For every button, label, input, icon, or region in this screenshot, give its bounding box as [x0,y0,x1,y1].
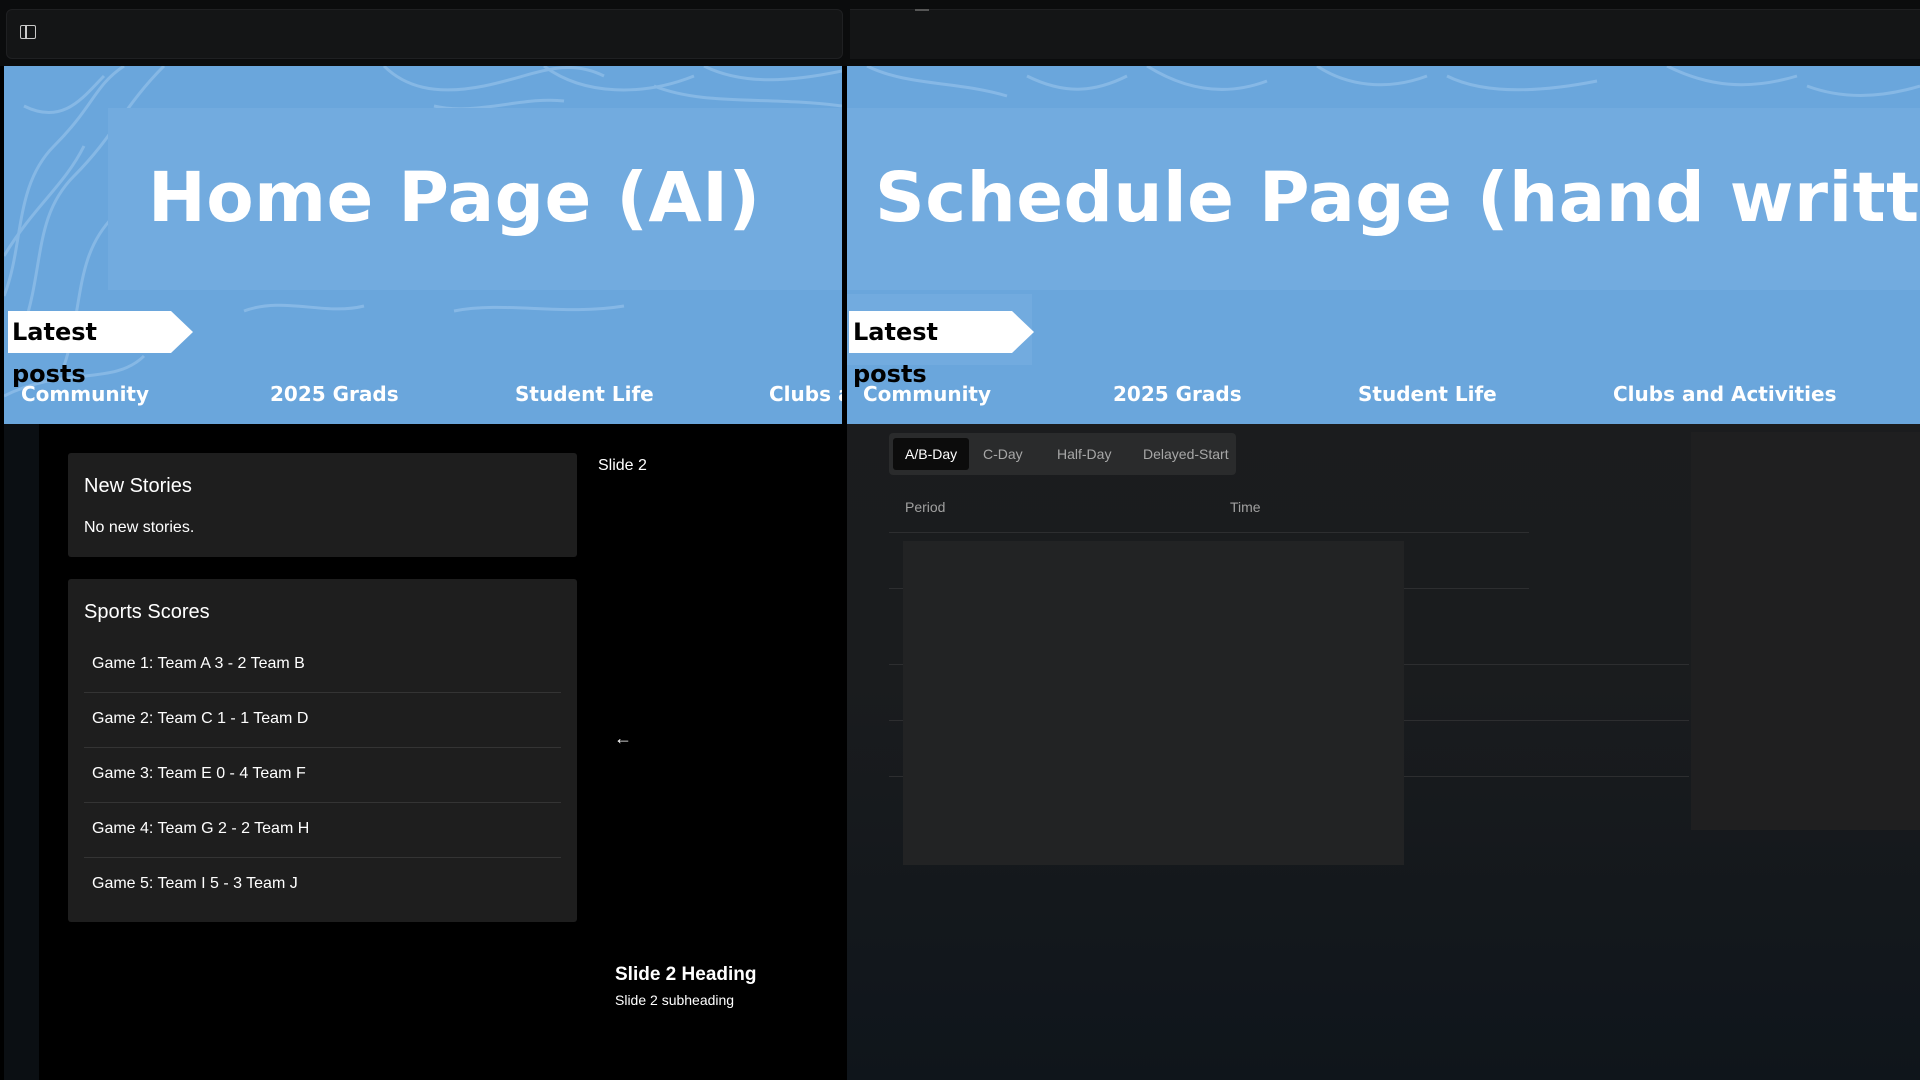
schedule-tabs: A/B-Day C-Day Half-Day Delayed-Start [889,433,1236,475]
nav-item-community[interactable]: Community [21,382,149,406]
empty-state-text: No new stories. [84,519,195,536]
tab-half-day[interactable]: Half-Day [1045,438,1123,470]
side-strip [4,424,39,1080]
nav-bar: Community 2025 Grads Student Life Clubs … [4,368,842,424]
tab-c-day[interactable]: C-Day [971,438,1035,470]
nav-bar: Community 2025 Grads Student Life Clubs … [847,368,1920,424]
home-page-pane: Home Page (AI) Latest posts Community 20… [4,66,842,1080]
slide-heading: Slide 2 Heading [615,964,757,985]
page-title: Schedule Page (hand written) [875,158,1920,238]
nav-item-student-life[interactable]: Student Life [1358,382,1497,406]
sports-scores-card: Sports Scores Game 1: Team A 3 - 2 Team … [68,579,577,922]
loading-skeleton [903,541,1404,865]
score-text: Game 4: Team G 2 - 2 Team H [92,820,310,837]
nav-item-community[interactable]: Community [863,382,991,406]
left-tab-bar [6,9,843,59]
score-row: Game 2: Team C 1 - 1 Team D [84,693,561,748]
column-header-period: Period [905,499,946,515]
header-banner: Schedule Page (hand written) Latest post… [847,66,1920,424]
drag-handle[interactable] [915,9,929,11]
slide-subheading: Slide 2 subheading [615,992,735,1008]
score-text: Game 5: Team I 5 - 3 Team J [92,875,298,892]
schedule-page-pane: Schedule Page (hand written) Latest post… [847,66,1920,1080]
latest-posts-tag: Latest posts [8,311,193,388]
score-row: Game 3: Team E 0 - 4 Team F [84,748,561,803]
header-banner: Home Page (AI) Latest posts Community 20… [4,66,842,424]
score-text: Game 2: Team C 1 - 1 Team D [92,710,309,727]
side-panel [1691,432,1920,830]
score-text: Game 3: Team E 0 - 4 Team F [92,765,306,782]
column-header-time: Time [1230,499,1261,515]
window-titlebar [0,0,1920,66]
nav-item-clubs-and-activities[interactable]: Clubs and Activities [1613,382,1837,406]
nav-item-clubs[interactable]: Clubs a [769,382,842,406]
table-divider [889,532,1529,533]
new-stories-card: New Stories No new stories. [68,453,577,557]
prev-slide-button[interactable]: ← [614,728,632,749]
score-row: Game 1: Team A 3 - 2 Team B [84,638,561,693]
latest-posts-tag: Latest posts [849,311,1034,388]
slide-label: Slide 2 [598,457,647,474]
nav-item-student-life[interactable]: Student Life [515,382,654,406]
nav-item-2025-grads[interactable]: 2025 Grads [270,382,399,406]
score-text: Game 1: Team A 3 - 2 Team B [92,655,305,672]
tab-ab-day[interactable]: A/B-Day [893,438,970,470]
score-row: Game 5: Team I 5 - 3 Team J [84,858,561,913]
page-title: Home Page (AI) [148,158,761,238]
nav-item-2025-grads[interactable]: 2025 Grads [1113,382,1242,406]
sidebar-toggle-icon[interactable] [20,25,36,39]
score-row: Game 4: Team G 2 - 2 Team H [84,803,561,858]
tab-delayed-start[interactable]: Delayed-Start [1131,438,1241,470]
new-stories-heading: New Stories [84,475,192,497]
sports-scores-heading: Sports Scores [84,601,210,623]
right-tab-bar [850,9,1920,59]
